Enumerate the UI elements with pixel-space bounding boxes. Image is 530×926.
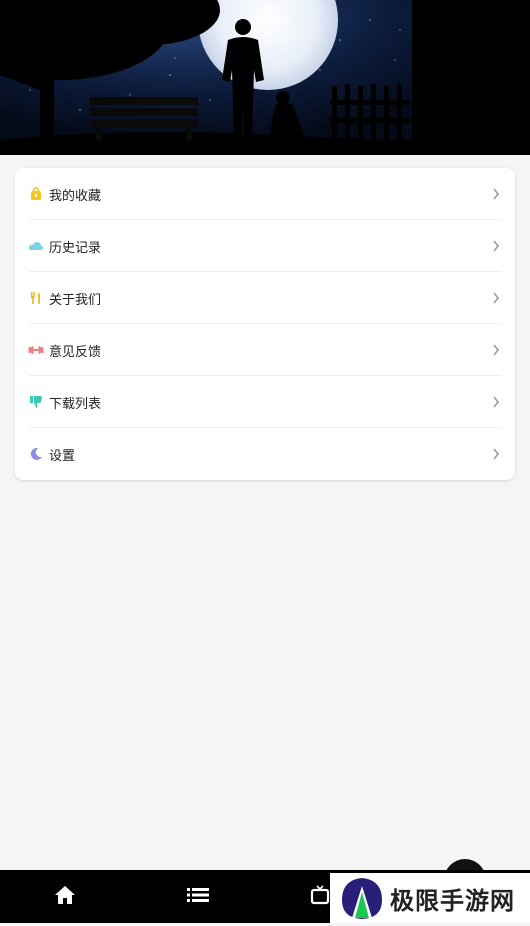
menu-item-history[interactable]: 历史记录 [15, 220, 515, 272]
chevron-right-icon [491, 343, 501, 357]
night-scene-illustration [0, 0, 530, 155]
hero-banner [0, 0, 530, 155]
menu-item-label: 我的收藏 [49, 188, 102, 204]
home-icon [54, 885, 76, 909]
menu-item-label: 下载列表 [49, 396, 102, 412]
tab-list[interactable] [163, 870, 233, 923]
watermark-text: 极限手游网 [390, 885, 515, 915]
menu-card: 我的收藏 历史记录 关于我们 意见反馈 下载列表 设置 [15, 168, 515, 480]
menu-item-label: 意见反馈 [49, 344, 102, 360]
menu-item-label: 关于我们 [49, 292, 102, 308]
cloud-icon [28, 238, 44, 254]
dumbbell-icon [28, 342, 44, 358]
thumbs-down-icon [28, 394, 44, 410]
lock-bag-icon [28, 186, 44, 202]
chevron-right-icon [491, 187, 501, 201]
menu-item-label: 历史记录 [49, 240, 102, 256]
moon-icon [28, 446, 44, 462]
chevron-right-icon [491, 239, 501, 253]
chevron-right-icon [491, 291, 501, 305]
chevron-right-icon [491, 395, 501, 409]
tab-home[interactable] [30, 870, 100, 923]
menu-item-downloads[interactable]: 下载列表 [15, 376, 515, 428]
menu-item-label: 设置 [49, 448, 76, 464]
menu-item-feedback[interactable]: 意见反馈 [15, 324, 515, 376]
list-icon [187, 887, 209, 907]
fork-knife-icon [28, 290, 44, 306]
menu-item-about[interactable]: 关于我们 [15, 272, 515, 324]
chevron-right-icon [491, 447, 501, 461]
menu-item-settings[interactable]: 设置 [15, 428, 515, 480]
watermark-logo: 极限手游网 [330, 873, 530, 923]
menu-item-favorites[interactable]: 我的收藏 [15, 168, 515, 220]
tv-icon [310, 884, 330, 909]
leaf-logo-icon [338, 874, 386, 922]
